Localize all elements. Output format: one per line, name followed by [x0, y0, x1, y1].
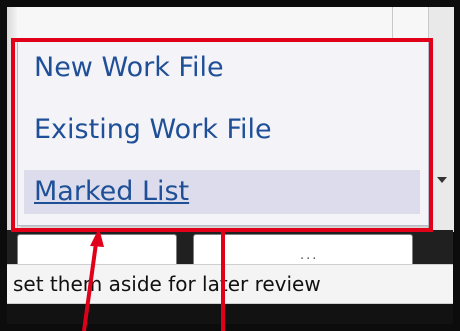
scroll-down-arrow-icon[interactable] [437, 177, 447, 183]
menu-item-marked-list[interactable]: Marked List [24, 170, 420, 214]
hint-bar: set them aside for later review [7, 264, 453, 304]
toolbar-divider [392, 7, 393, 40]
menu-item-new-work-file[interactable]: New Work File [24, 46, 420, 90]
menu-item-existing-work-file[interactable]: Existing Work File [24, 108, 420, 152]
lower-edge [7, 304, 453, 324]
tab-right-label: ... [300, 248, 319, 263]
scrollbar[interactable] [428, 7, 454, 232]
hint-text: set them aside for later review [13, 272, 321, 296]
tab-left[interactable] [17, 234, 177, 264]
top-toolbar-area [17, 7, 453, 41]
add-to-menu: New Work File Existing Work File Marked … [17, 41, 429, 226]
